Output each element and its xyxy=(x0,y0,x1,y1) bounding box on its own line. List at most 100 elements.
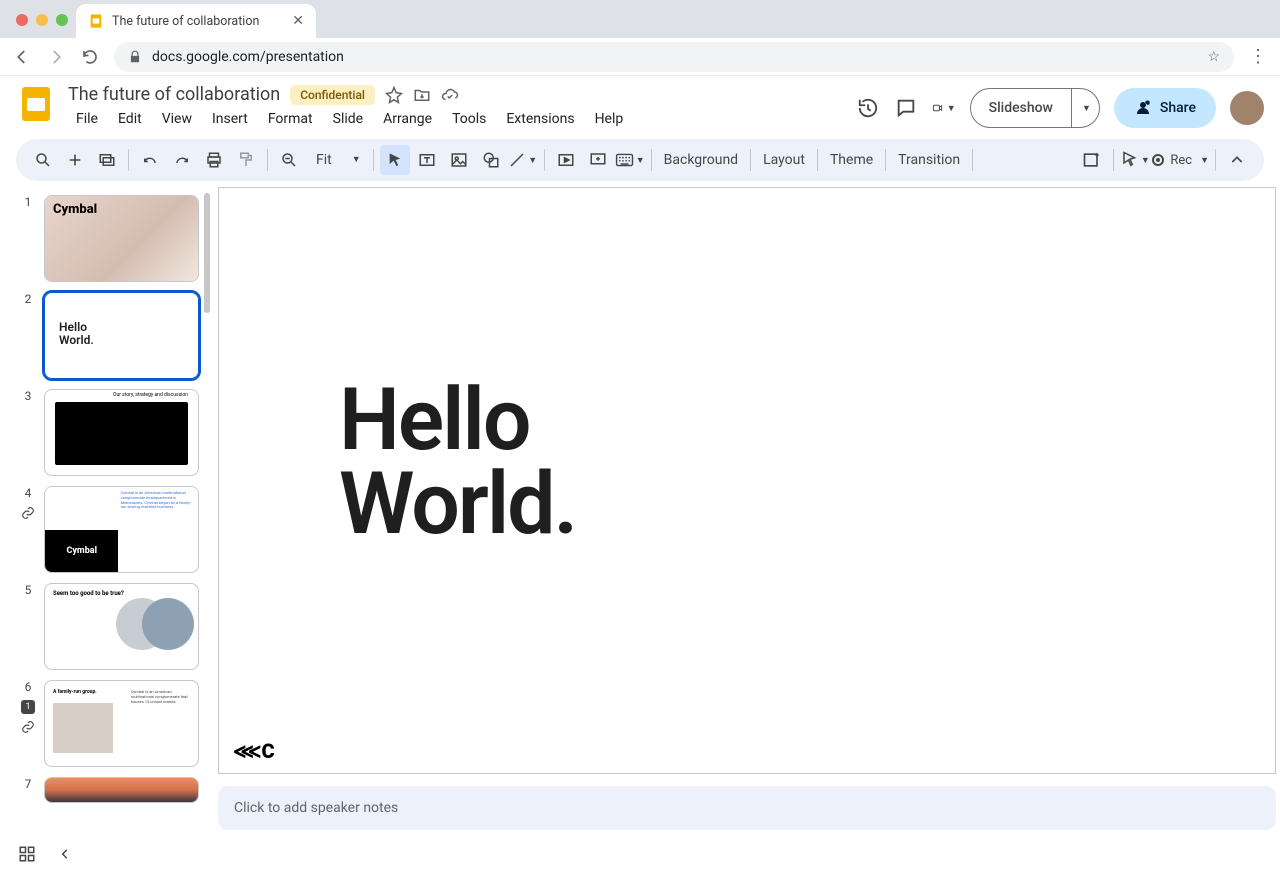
browser-tab[interactable]: The future of collaboration ✕ xyxy=(76,4,316,38)
new-slide-icon[interactable] xyxy=(60,145,90,175)
thumbnail-row: 7 xyxy=(18,777,208,803)
meet-camera-button[interactable]: ▼ xyxy=(932,96,956,120)
share-label: Share xyxy=(1160,100,1196,116)
image-tool-icon[interactable] xyxy=(444,145,474,175)
app-header: The future of collaboration Confidential… xyxy=(0,76,1280,131)
toolbar-divider xyxy=(885,149,886,171)
forward-button[interactable] xyxy=(46,47,66,67)
comment-insert-icon[interactable] xyxy=(583,145,613,175)
theme-button[interactable]: Theme xyxy=(824,152,879,168)
slideshow-button[interactable]: Slideshow xyxy=(971,89,1071,127)
record-button[interactable]: Rec▼ xyxy=(1152,153,1209,168)
slide-canvas[interactable]: Hello World. ⋘C xyxy=(218,187,1276,774)
bookmark-star-icon[interactable]: ☆ xyxy=(1207,49,1220,65)
slide-filmstrip[interactable]: 1Cymbal2HelloWorld.3Our story, strategy … xyxy=(0,187,212,834)
reload-button[interactable] xyxy=(80,47,100,67)
menu-file[interactable]: File xyxy=(68,107,106,131)
chevron-down-icon: ▼ xyxy=(947,103,956,114)
toolbar: Fit▼ ▼ ▼ Background Layout Theme Transit… xyxy=(16,139,1264,181)
account-avatar[interactable] xyxy=(1230,91,1264,125)
toolbar-divider xyxy=(373,149,374,171)
video-insert-icon[interactable] xyxy=(551,145,581,175)
slide-thumbnail-2[interactable]: HelloWorld. xyxy=(44,292,199,379)
zoom-tool-icon[interactable] xyxy=(274,145,304,175)
menu-arrange[interactable]: Arrange xyxy=(375,107,440,131)
thumbnail-row: 5Seem too good to be true? xyxy=(18,583,208,670)
slide-thumbnail-6[interactable]: A family-run group.Cymbal is an American… xyxy=(44,680,199,767)
menu-view[interactable]: View xyxy=(154,107,200,131)
textbox-tool-icon[interactable] xyxy=(412,145,442,175)
slide-thumbnail-4[interactable]: CymbalCymbal is an American multinationa… xyxy=(44,486,199,573)
shape-tool-icon[interactable] xyxy=(476,145,506,175)
print-icon[interactable] xyxy=(199,145,229,175)
menu-tools[interactable]: Tools xyxy=(444,107,494,131)
menu-extensions[interactable]: Extensions xyxy=(498,107,582,131)
select-tool-icon[interactable] xyxy=(380,145,410,175)
grid-view-icon[interactable] xyxy=(18,845,36,863)
move-folder-icon[interactable] xyxy=(413,86,431,104)
search-menus-icon[interactable] xyxy=(28,145,58,175)
chevron-down-icon: ▼ xyxy=(352,154,361,165)
address-bar[interactable]: docs.google.com/presentation ☆ xyxy=(114,42,1234,72)
menu-slide[interactable]: Slide xyxy=(325,107,371,131)
version-history-icon[interactable] xyxy=(856,96,880,120)
browser-toolbar: docs.google.com/presentation ☆ ⋮ xyxy=(0,38,1280,76)
share-button[interactable]: Share xyxy=(1114,88,1216,128)
slide-line-1: Hello xyxy=(339,378,576,462)
zoom-select[interactable]: Fit▼ xyxy=(306,152,367,169)
slide-number: 1 xyxy=(25,195,32,209)
menu-insert[interactable]: Insert xyxy=(204,107,256,131)
close-tab-icon[interactable]: ✕ xyxy=(292,13,304,29)
comments-icon[interactable] xyxy=(894,96,918,120)
back-button[interactable] xyxy=(12,47,32,67)
thumbnail-row: 61A family-run group.Cymbal is an Americ… xyxy=(18,680,208,767)
close-window-icon[interactable] xyxy=(16,14,28,26)
speaker-notes-input[interactable]: Click to add speaker notes xyxy=(218,786,1276,830)
chevron-down-icon: ▼ xyxy=(528,155,537,166)
menu-help[interactable]: Help xyxy=(587,107,632,131)
redo-icon[interactable] xyxy=(167,145,197,175)
comment-count-badge[interactable]: 1 xyxy=(21,700,35,714)
cloud-saved-icon[interactable] xyxy=(441,86,459,104)
thumbnail-row: 4CymbalCymbal is an American multination… xyxy=(18,486,208,573)
slideshow-dropdown[interactable]: ▼ xyxy=(1071,89,1099,127)
slide-thumbnail-3[interactable]: Our story, strategy and discussion xyxy=(44,389,199,476)
new-slide-layout-icon[interactable] xyxy=(92,145,122,175)
slide-thumbnail-5[interactable]: Seem too good to be true? xyxy=(44,583,199,670)
record-icon xyxy=(1152,154,1164,166)
slide-thumbnail-7[interactable] xyxy=(44,777,199,803)
menu-format[interactable]: Format xyxy=(260,107,321,131)
maximize-window-icon[interactable] xyxy=(56,14,68,26)
speaker-notes-placeholder: Click to add speaker notes xyxy=(234,800,398,816)
image-generate-icon[interactable] xyxy=(1077,145,1107,175)
collapse-filmstrip-icon[interactable] xyxy=(58,847,72,861)
toolbar-divider xyxy=(972,149,973,171)
menu-bar: FileEditViewInsertFormatSlideArrangeTool… xyxy=(68,105,844,131)
toolbar-divider xyxy=(267,149,268,171)
menu-edit[interactable]: Edit xyxy=(110,107,150,131)
background-button[interactable]: Background xyxy=(658,152,744,168)
pointer-tool-icon[interactable]: ▼ xyxy=(1120,145,1150,175)
slide-title-text[interactable]: Hello World. xyxy=(339,378,576,547)
toolbar-divider xyxy=(1113,149,1114,171)
thumbnail-row: 1 Cymbal xyxy=(18,195,208,282)
transition-button[interactable]: Transition xyxy=(892,152,966,168)
scrollbar-thumb[interactable] xyxy=(204,193,210,313)
collapse-toolbar-icon[interactable] xyxy=(1222,145,1252,175)
minimize-window-icon[interactable] xyxy=(36,14,48,26)
undo-icon[interactable] xyxy=(135,145,165,175)
linked-slide-icon xyxy=(21,506,35,520)
line-tool-icon[interactable]: ▼ xyxy=(508,145,538,175)
confidential-badge: Confidential xyxy=(290,85,375,105)
layout-button[interactable]: Layout xyxy=(757,152,811,168)
paint-format-icon[interactable] xyxy=(231,145,261,175)
browser-menu-icon[interactable]: ⋮ xyxy=(1248,46,1268,67)
chevron-down-icon: ▼ xyxy=(636,155,645,166)
input-tools-icon[interactable]: ▼ xyxy=(615,145,645,175)
slide-number: 2 xyxy=(25,292,32,306)
document-title[interactable]: The future of collaboration xyxy=(68,84,280,105)
slides-logo-icon[interactable] xyxy=(16,84,56,124)
slide-thumbnail-1[interactable]: Cymbal xyxy=(44,195,199,282)
star-icon[interactable] xyxy=(385,86,403,104)
slides-favicon-icon xyxy=(88,13,104,29)
